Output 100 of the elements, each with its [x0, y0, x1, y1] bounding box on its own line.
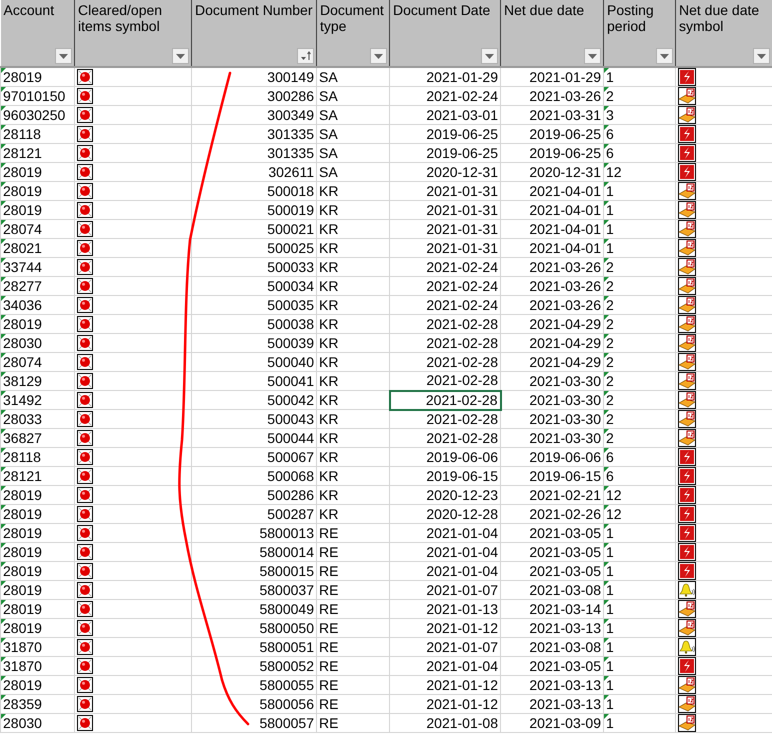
table-cell: 2021-01-29	[500, 67, 604, 86]
circle-icon	[77, 544, 93, 560]
column-header: Document type	[320, 2, 385, 34]
filter-dropdown-button[interactable]	[656, 48, 673, 64]
calendar-icon	[678, 619, 696, 637]
caret-icon	[59, 54, 68, 58]
table-cell: 2021-01-04	[390, 656, 500, 676]
table-cell: 1	[604, 656, 676, 676]
table-cell: RE	[316, 714, 390, 732]
table-cell: 28019	[0, 486, 74, 504]
table-cell: 500025	[192, 238, 316, 258]
table-cell: 5800037	[192, 580, 316, 600]
table-cell: SA	[316, 162, 390, 182]
table-cell: 500286	[192, 486, 316, 504]
table-cell: 2021-03-08	[500, 580, 604, 600]
table-cell: 500033	[192, 258, 316, 276]
table-cell: 300349	[192, 106, 316, 124]
table-cell: 28019	[0, 182, 74, 200]
circle-icon	[77, 106, 93, 122]
lightning-icon	[678, 125, 696, 143]
table-cell: RE	[316, 600, 390, 618]
circle-icon	[77, 220, 93, 236]
table-cell: 2021-03-05	[500, 542, 604, 562]
table-cell: 2021-03-26	[500, 296, 604, 314]
table-cell: KR	[316, 182, 390, 200]
bell-icon	[678, 581, 696, 599]
table-cell: 2021-02-24	[390, 86, 500, 106]
table-cell: RE	[316, 618, 390, 638]
caret-icon	[176, 54, 185, 58]
table-cell: KR	[316, 410, 390, 428]
filter-dropdown-button[interactable]	[584, 48, 601, 64]
table-cell: 2	[604, 390, 676, 410]
table-cell: 2	[604, 410, 676, 428]
circle-icon	[77, 164, 93, 180]
table-cell: 500039	[192, 334, 316, 352]
table-cell: 28030	[0, 714, 74, 732]
lightning-icon	[678, 448, 696, 466]
table-cell: 1	[604, 182, 676, 200]
table-cell: 2021-01-12	[390, 618, 500, 638]
table-cell: 28277	[0, 276, 74, 296]
table-cell: 28019	[0, 314, 74, 334]
table-cell: RE	[316, 524, 390, 542]
table-cell: 2021-02-28	[390, 352, 500, 372]
filter-dropdown-button[interactable]	[481, 48, 498, 64]
circle-icon	[77, 524, 93, 540]
table-cell: 2021-01-13	[390, 600, 500, 618]
table-cell: 2021-02-28	[390, 428, 500, 448]
table-cell: 500040	[192, 352, 316, 372]
sort-filter-button[interactable]	[297, 48, 314, 64]
circle-icon	[77, 354, 93, 370]
calendar-icon	[678, 239, 696, 257]
filter-dropdown-button[interactable]	[753, 48, 770, 64]
table-cell: 1	[604, 524, 676, 542]
table-cell: 2021-02-28	[390, 390, 500, 410]
table-cell: 2019-06-25	[390, 144, 500, 162]
table-cell: 3	[604, 106, 676, 124]
table-cell: 2020-12-31	[500, 162, 604, 182]
table-cell: KR	[316, 486, 390, 504]
table-cell: 28019	[0, 542, 74, 562]
calendar-icon	[678, 315, 696, 333]
table-cell: 1	[604, 67, 676, 86]
table-cell: 2021-01-31	[390, 200, 500, 220]
table-cell: 1	[604, 542, 676, 562]
table-cell: 28074	[0, 220, 74, 238]
table-cell: 28019	[0, 600, 74, 618]
table-cell: 1	[604, 562, 676, 580]
table-cell: SA	[316, 67, 390, 86]
table-cell: 500067	[192, 448, 316, 466]
table-cell: KR	[316, 466, 390, 486]
column-header: Net due date symbol	[679, 2, 760, 34]
table-cell: 500034	[192, 276, 316, 296]
circle-icon	[77, 696, 93, 712]
filter-dropdown-button[interactable]	[370, 48, 387, 64]
table-cell: 1	[604, 714, 676, 732]
table-cell: 33744	[0, 258, 74, 276]
filter-dropdown-button[interactable]	[55, 48, 72, 64]
table-cell: 5800051	[192, 638, 316, 656]
table-cell: RE	[316, 542, 390, 562]
table-cell: 2021-02-24	[390, 258, 500, 276]
lightning-icon	[678, 144, 696, 162]
caret-icon	[757, 54, 766, 58]
table-cell: 1	[604, 618, 676, 638]
table-cell: 2021-02-28	[390, 334, 500, 352]
table-cell: KR	[316, 352, 390, 372]
table-cell: 2021-03-26	[500, 258, 604, 276]
circle-icon	[77, 676, 93, 692]
table-cell: 31870	[0, 656, 74, 676]
table-cell: 1	[604, 200, 676, 220]
table-cell: 2	[604, 276, 676, 296]
table-cell: 2021-01-07	[390, 580, 500, 600]
filter-dropdown-button[interactable]	[172, 48, 189, 64]
table-cell: 28021	[0, 238, 74, 258]
table-cell: 2	[604, 352, 676, 372]
table-cell: 28121	[0, 466, 74, 486]
table-cell: 28019	[0, 562, 74, 580]
table-cell: KR	[316, 238, 390, 258]
table-cell: 2020-12-23	[390, 486, 500, 504]
circle-icon	[77, 88, 93, 104]
table-cell: SA	[316, 124, 390, 144]
table-cell: 1	[604, 238, 676, 258]
